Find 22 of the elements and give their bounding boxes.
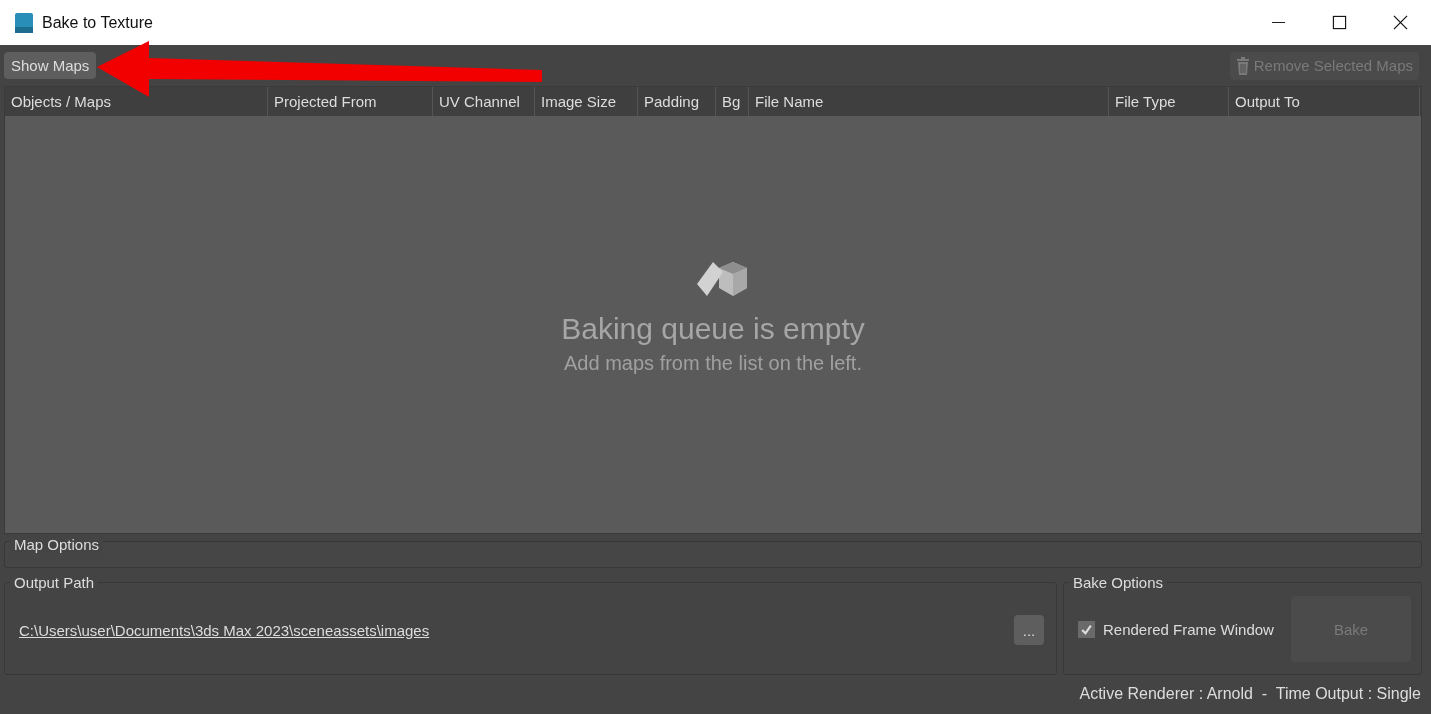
column-header[interactable]: Output To xyxy=(1229,87,1420,116)
window-title: Bake to Texture xyxy=(42,13,153,32)
group-title: Output Path xyxy=(10,574,99,591)
app-logo-icon xyxy=(14,11,34,34)
trash-icon xyxy=(1235,56,1250,75)
show-maps-button[interactable]: Show Maps xyxy=(4,52,97,79)
output-path-link[interactable]: C:\Users\user\Documents\3ds Max 2023\sceneassets\images xyxy=(19,621,430,639)
status-text: Active Renderer : Arnold - Time Output : Single xyxy=(1078,685,1421,703)
column-header[interactable]: UV Channel xyxy=(433,87,535,116)
group-title: Map Options xyxy=(10,536,104,553)
rendered-frame-window-checkbox[interactable] xyxy=(1078,620,1095,638)
column-header[interactable]: Padding xyxy=(638,87,716,116)
column-header[interactable]: Projected From xyxy=(268,87,433,116)
column-header[interactable]: File Name xyxy=(749,87,1109,116)
group-title: Bake Options xyxy=(1069,574,1168,591)
checkbox-label: Rendered Frame Window xyxy=(1103,620,1274,638)
column-header[interactable]: File Type xyxy=(1109,87,1229,116)
column-header[interactable]: Bg xyxy=(716,87,749,116)
empty-queue-hint: Add maps from the list on the left. xyxy=(564,352,862,375)
browse-button[interactable]: ... xyxy=(1014,615,1044,645)
column-header[interactable]: Image Size xyxy=(535,87,638,116)
empty-queue-title: Baking queue is empty xyxy=(561,312,865,346)
